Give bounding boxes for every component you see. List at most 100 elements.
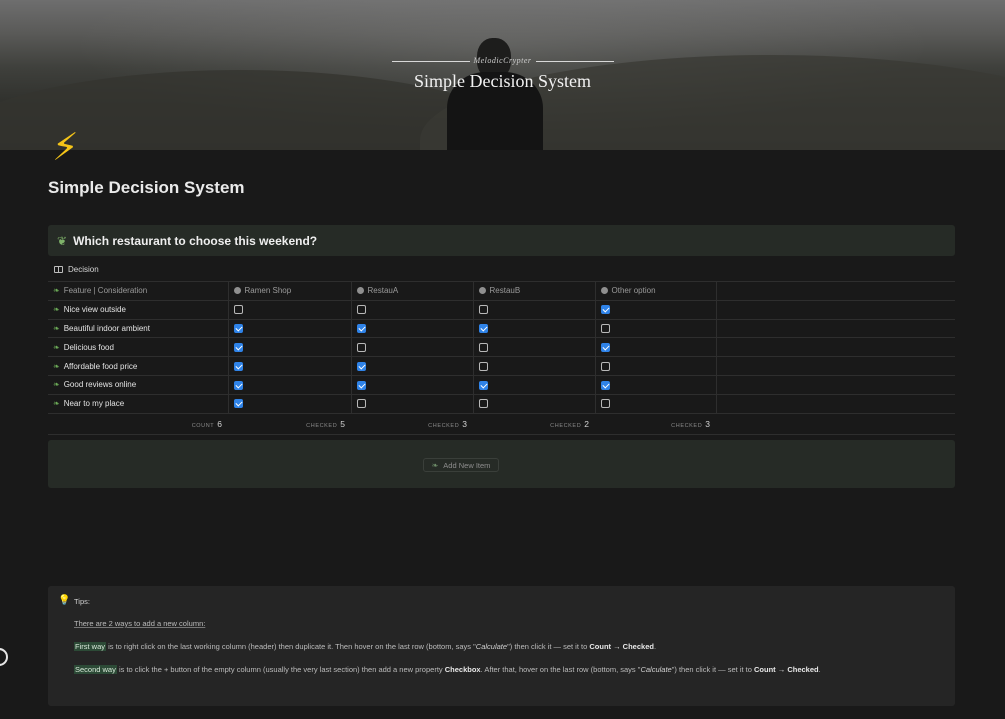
empty-cell[interactable]	[716, 375, 955, 395]
calc-cell[interactable]	[716, 413, 955, 435]
calc-cell[interactable]: COUNT 6	[48, 413, 228, 435]
empty-cell[interactable]	[716, 300, 955, 320]
checkbox-cell	[351, 337, 474, 358]
checkbox-cell	[228, 375, 352, 395]
checkbox[interactable]	[233, 305, 243, 315]
leaf-icon: ❧	[53, 323, 60, 333]
checkbox-cell	[228, 356, 352, 376]
checkbox[interactable]	[600, 324, 610, 334]
table-row[interactable]: ❧ Near to my place	[48, 394, 955, 414]
row-title-cell[interactable]: ❧ Nice view outside	[48, 300, 229, 320]
table-row[interactable]: ❧ Nice view outside	[48, 300, 955, 320]
checkbox-cell	[595, 394, 717, 414]
calc-cell[interactable]: CHECKED 5	[228, 413, 351, 435]
row-title-cell[interactable]: ❧ Good reviews online	[48, 375, 229, 395]
row-title: Near to my place	[63, 399, 125, 409]
checkbox-cell	[595, 300, 717, 320]
checkbox-cell	[473, 394, 596, 414]
row-title-cell[interactable]: ❧ Beautiful indoor ambient	[48, 319, 229, 339]
checkbox[interactable]	[356, 305, 366, 315]
table-row[interactable]: ❧ Good reviews online	[48, 375, 955, 395]
checkbox-property-icon	[478, 287, 486, 295]
checkbox[interactable]	[600, 380, 610, 390]
checkbox-cell	[351, 300, 474, 320]
checkbox-cell	[473, 337, 596, 358]
checkbox[interactable]	[478, 380, 488, 390]
cover-title: Simple Decision System	[414, 71, 591, 91]
leaf-icon: ❧	[431, 460, 439, 470]
table-header-row: ❧ Feature | Consideration Ramen Shop Rest…	[48, 281, 955, 301]
empty-cell[interactable]	[716, 319, 955, 339]
checkbox[interactable]	[600, 399, 610, 409]
row-title-cell[interactable]: ❧ Near to my place	[48, 394, 229, 414]
table-icon	[54, 266, 63, 273]
empty-column[interactable]	[716, 281, 955, 301]
help-button[interactable]	[0, 648, 8, 666]
empty-cell[interactable]	[716, 337, 955, 358]
checkbox[interactable]	[478, 399, 488, 409]
checkbox[interactable]	[600, 342, 610, 352]
cover-subtitle: MelodicCrypter	[473, 56, 532, 65]
leaf-icon: ❧	[53, 361, 60, 371]
calc-cell[interactable]: CHECKED 3	[595, 413, 716, 435]
checkbox-cell	[228, 300, 352, 320]
page-title: Simple Decision System	[48, 178, 245, 197]
checkbox[interactable]	[600, 305, 610, 315]
checkbox-cell	[351, 356, 474, 376]
checkbox-cell	[473, 375, 596, 395]
empty-cell[interactable]	[716, 356, 955, 376]
tips-heading: Tips:	[74, 597, 90, 606]
column-header[interactable]: ❧ Feature | Consideration	[48, 281, 229, 301]
leaf-icon: ❧	[53, 399, 60, 409]
column-header[interactable]: RestauB	[473, 281, 596, 301]
question-callout: ❦ Which restaurant to choose this weeken…	[48, 225, 955, 256]
row-title: Nice view outside	[63, 305, 126, 315]
question-text: Which restaurant to choose this weekend?	[73, 233, 318, 248]
calculation-row: COUNT 6 CHECKED 5 CHECKED 3 CHECKED 2 CHECKE…	[48, 413, 955, 435]
table-row[interactable]: ❧ Affordable food price	[48, 356, 955, 376]
table-row[interactable]: ❧ Beautiful indoor ambient	[48, 319, 955, 339]
checkbox-cell	[228, 337, 352, 358]
database-title[interactable]: Decision	[54, 265, 99, 274]
checkbox[interactable]	[478, 361, 488, 371]
checkbox[interactable]	[356, 361, 366, 371]
checkbox[interactable]	[356, 399, 366, 409]
checkbox[interactable]	[356, 342, 366, 352]
row-title-cell[interactable]: ❧ Affordable food price	[48, 356, 229, 376]
column-header[interactable]: Other option	[595, 281, 717, 301]
checkbox-cell	[351, 375, 474, 395]
lightning-icon[interactable]: ⚡	[52, 128, 79, 168]
empty-cell[interactable]	[716, 394, 955, 414]
row-title: Affordable food price	[63, 361, 138, 371]
table-row[interactable]: ❧ Delicious food	[48, 337, 955, 358]
leaf-icon: ❧	[53, 380, 60, 390]
calc-cell[interactable]: CHECKED 2	[473, 413, 595, 435]
checkbox-property-icon	[600, 287, 608, 295]
column-header[interactable]: RestauA	[351, 281, 474, 301]
calc-cell[interactable]: CHECKED 3	[351, 413, 473, 435]
checkbox-cell	[473, 319, 596, 339]
checkbox[interactable]	[233, 380, 243, 390]
checkbox[interactable]	[233, 324, 243, 334]
decision-table: ❧ Feature | Consideration Ramen Shop Rest…	[48, 281, 955, 435]
leaf-icon: ❧	[53, 305, 60, 315]
checkbox[interactable]	[478, 342, 488, 352]
checkbox-cell	[228, 394, 352, 414]
add-new-item-button[interactable]: ❧ Add New Item	[423, 458, 499, 472]
tips-callout: 💡 Tips: There are 2 ways to add a new co…	[48, 586, 955, 706]
checkbox-property-icon	[233, 287, 241, 295]
row-title: Delicious food	[63, 342, 114, 352]
checkbox[interactable]	[478, 305, 488, 315]
checkbox[interactable]	[233, 399, 243, 409]
tips-intro: There are 2 ways to add a new column:	[74, 619, 206, 628]
checkbox-property-icon	[356, 287, 364, 295]
checkbox[interactable]	[233, 342, 243, 352]
checkbox-cell	[595, 319, 717, 339]
checkbox[interactable]	[356, 380, 366, 390]
checkbox[interactable]	[600, 361, 610, 371]
checkbox[interactable]	[356, 324, 366, 334]
column-header[interactable]: Ramen Shop	[228, 281, 352, 301]
checkbox[interactable]	[233, 361, 243, 371]
row-title-cell[interactable]: ❧ Delicious food	[48, 337, 229, 358]
checkbox[interactable]	[478, 324, 488, 334]
